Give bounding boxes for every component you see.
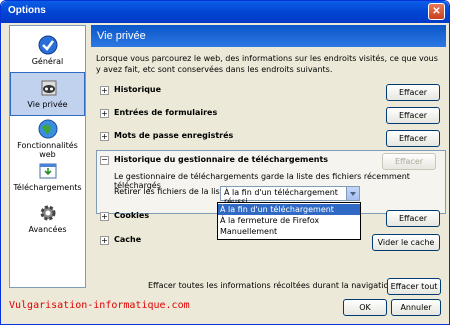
chevron-down-icon[interactable]	[346, 187, 359, 200]
collapse-icon[interactable]: −	[100, 156, 109, 165]
clear-form-entries-button[interactable]: Effacer	[386, 107, 440, 124]
expand-icon[interactable]: +	[100, 212, 109, 221]
expand-icon[interactable]: +	[100, 109, 109, 118]
globe-icon	[38, 119, 58, 139]
sidebar-item-label: Avancées	[28, 225, 67, 234]
sidebar-item-label: Vie privée	[27, 100, 68, 109]
clear-all-button[interactable]: Effacer tout	[387, 278, 441, 295]
dropdown-option[interactable]: À la fermeture de Firefox	[218, 215, 360, 226]
dropdown-option[interactable]: Manuellement	[218, 226, 360, 237]
expand-icon[interactable]: +	[100, 236, 109, 245]
expand-icon[interactable]: +	[100, 86, 109, 95]
sidebar-item-label: Téléchargements	[13, 183, 82, 192]
panel-header: Vie privée	[91, 25, 446, 47]
retain-label: Retirer les fichiers de la liste :	[114, 187, 233, 196]
close-button[interactable]: ✕	[428, 3, 445, 20]
sidebar-item-web-features[interactable]: Fonctionnalités web	[10, 114, 85, 159]
dropdown-option[interactable]: À la fin d'un téléchargement réussi	[218, 204, 360, 225]
sidebar-item-privacy[interactable]: Vie privée	[10, 72, 85, 116]
section-label: Cookies	[114, 211, 150, 220]
download-window-icon	[39, 163, 57, 179]
ok-button[interactable]: OK	[343, 299, 387, 316]
section-label: Historique	[114, 85, 162, 94]
sidebar-item-advanced[interactable]: Avancées	[10, 198, 85, 240]
gear-icon	[40, 205, 56, 221]
section-saved-passwords: + Mots de passe enregistrés Effacer	[96, 127, 444, 149]
section-label: Historique du gestionnaire de télécharge…	[114, 155, 329, 164]
close-icon: ✕	[432, 6, 441, 17]
section-history: + Historique Effacer	[96, 81, 444, 103]
clear-all-label: Effacer toutes les informations récoltée…	[148, 281, 399, 290]
clear-download-history-button[interactable]: Effacer	[382, 153, 436, 170]
expand-icon[interactable]: +	[100, 132, 109, 141]
sidebar-item-general[interactable]: Général	[10, 30, 85, 72]
cancel-button[interactable]: Annuler	[391, 299, 441, 316]
section-label: Mots de passe enregistrés	[114, 131, 234, 140]
sidebar-item-label: Général	[31, 57, 64, 66]
clear-passwords-button[interactable]: Effacer	[386, 130, 440, 147]
watermark-text: Vulgarisation-informatique.com	[9, 300, 190, 311]
privacy-panel: Vie privée Lorsque vous parcourez le web…	[91, 25, 446, 295]
options-window: Options ✕ Général Vie privée Fonctionnal…	[0, 0, 450, 325]
checkmark-icon	[38, 35, 58, 55]
clear-cookies-button[interactable]: Effacer	[386, 210, 440, 227]
intro-text: Lorsque vous parcourez le web, des infor…	[96, 54, 438, 74]
window-title: Options	[8, 5, 46, 16]
mask-icon	[41, 80, 57, 96]
retain-downloads-dropdown: À la fin d'un téléchargement réussi À la…	[217, 202, 361, 240]
sidebar-item-downloads[interactable]: Téléchargements	[10, 156, 85, 198]
section-label: Entrées de formulaires	[114, 108, 218, 117]
clear-cache-button[interactable]: Vider le cache	[372, 234, 440, 251]
clear-history-button[interactable]: Effacer	[386, 84, 440, 101]
title-bar[interactable]: Options ✕	[1, 1, 449, 23]
options-sidebar: Général Vie privée Fonctionnalités web T…	[9, 25, 86, 288]
retain-downloads-select[interactable]: À la fin d'un téléchargement réussi	[220, 186, 360, 206]
section-form-entries: + Entrées de formulaires Effacer	[96, 104, 444, 126]
panel-title: Vie privée	[97, 30, 146, 42]
section-label: Cache	[114, 235, 142, 244]
